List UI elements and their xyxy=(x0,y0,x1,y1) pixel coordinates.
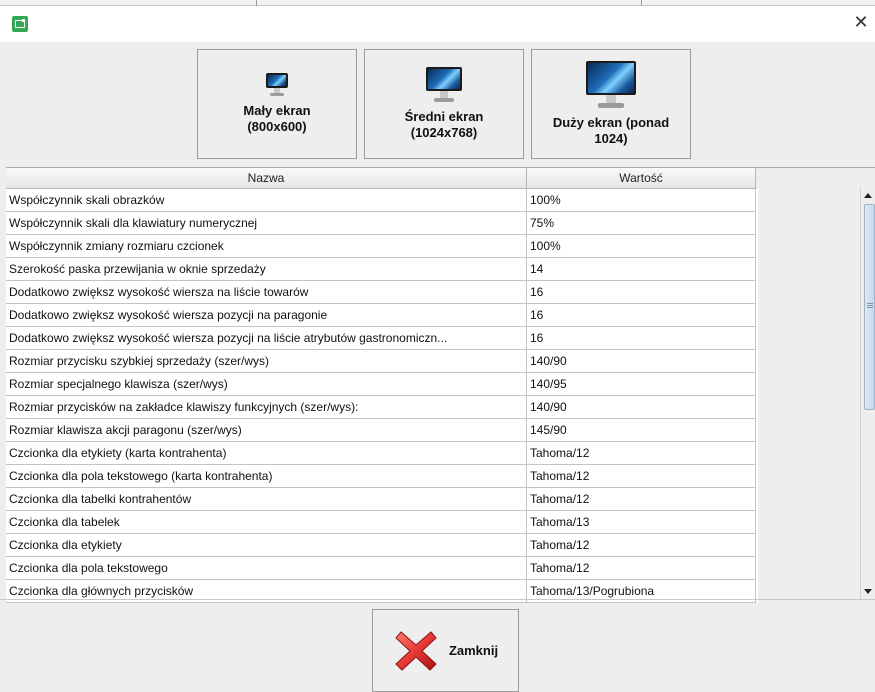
row-name-cell[interactable]: Dodatkowo zwiększ wysokość wiersza na li… xyxy=(6,281,527,304)
small-monitor-icon xyxy=(264,73,290,97)
large-screen-label: Duży ekran (ponad 1024) xyxy=(552,115,670,146)
table-row[interactable]: Czcionka dla etykiety (karta kontrahenta… xyxy=(6,442,758,465)
row-name-cell[interactable]: Dodatkowo zwiększ wysokość wiersza pozyc… xyxy=(6,304,527,327)
row-value-cell[interactable]: 140/95 xyxy=(527,373,756,396)
large-monitor-icon xyxy=(584,61,638,109)
scrollbar-thumb[interactable] xyxy=(864,204,875,410)
row-value-cell[interactable]: 75% xyxy=(527,212,756,235)
row-name-cell[interactable]: Rozmiar przycisków na zakładce klawiszy … xyxy=(6,396,527,419)
medium-screen-label: Średni ekran (1024x768) xyxy=(404,109,484,140)
row-name-cell[interactable]: Dodatkowo zwiększ wysokość wiersza pozyc… xyxy=(6,327,527,350)
medium-monitor-icon xyxy=(424,67,464,103)
large-screen-button[interactable]: Duży ekran (ponad 1024) xyxy=(531,49,691,159)
small-screen-button[interactable]: Mały ekran (800x600) xyxy=(197,49,357,159)
table-row[interactable]: Dodatkowo zwiększ wysokość wiersza pozyc… xyxy=(6,327,758,350)
row-value-cell[interactable]: Tahoma/12 xyxy=(527,557,756,580)
row-value-cell[interactable]: 140/90 xyxy=(527,350,756,373)
table-row[interactable]: Czcionka dla pola tekstowego (karta kont… xyxy=(6,465,758,488)
row-value-cell[interactable]: 140/90 xyxy=(527,396,756,419)
screen-size-buttons: Mały ekran (800x600) Średni ekran (1024x… xyxy=(197,49,691,159)
row-name-cell[interactable]: Rozmiar przycisku szybkiej sprzedaży (sz… xyxy=(6,350,527,373)
row-value-cell[interactable]: Tahoma/12 xyxy=(527,442,756,465)
row-name-cell[interactable]: Czcionka dla etykiety xyxy=(6,534,527,557)
row-value-cell[interactable]: 14 xyxy=(527,258,756,281)
row-name-cell[interactable]: Rozmiar klawisza akcji paragonu (szer/wy… xyxy=(6,419,527,442)
table-header: Nazwa Wartość xyxy=(6,168,756,189)
table-row[interactable]: Czcionka dla tabelek Tahoma/13 xyxy=(6,511,758,534)
close-icon[interactable]: ✕ xyxy=(851,13,871,33)
column-header-nazwa[interactable]: Nazwa xyxy=(6,168,527,189)
row-name-cell[interactable]: Czcionka dla etykiety (karta kontrahenta… xyxy=(6,442,527,465)
table-row[interactable]: Rozmiar specjalnego klawisza (szer/wys) 1… xyxy=(6,373,758,396)
table-row[interactable]: Współczynnik skali obrazków 100% xyxy=(6,189,758,212)
app-icon xyxy=(12,16,28,32)
row-value-cell[interactable]: Tahoma/13 xyxy=(527,511,756,534)
row-name-cell[interactable]: Czcionka dla tabelki kontrahentów xyxy=(6,488,527,511)
column-header-wartosc[interactable]: Wartość xyxy=(527,168,756,189)
row-value-cell[interactable]: Tahoma/12 xyxy=(527,488,756,511)
row-name-cell[interactable]: Szerokość paska przewijania w oknie sprz… xyxy=(6,258,527,281)
row-value-cell[interactable]: Tahoma/12 xyxy=(527,534,756,557)
table-row[interactable]: Rozmiar klawisza akcji paragonu (szer/wy… xyxy=(6,419,758,442)
table-row[interactable]: Czcionka dla pola tekstowego Tahoma/12 xyxy=(6,557,758,580)
table-row[interactable]: Rozmiar przycisków na zakładce klawiszy … xyxy=(6,396,758,419)
title-bar: ✕ xyxy=(0,6,875,42)
close-button[interactable]: Zamknij xyxy=(372,609,519,692)
settings-table: Nazwa Wartość Współczynnik skali obrazkó… xyxy=(6,167,875,603)
row-name-cell[interactable]: Rozmiar specjalnego klawisza (szer/wys) xyxy=(6,373,527,396)
scroll-down-arrow-icon[interactable] xyxy=(861,584,875,599)
table-row[interactable]: Czcionka dla tabelki kontrahentów Tahoma/… xyxy=(6,488,758,511)
row-value-cell[interactable]: 16 xyxy=(527,281,756,304)
row-value-cell[interactable]: 16 xyxy=(527,327,756,350)
table-row[interactable]: Dodatkowo zwiększ wysokość wiersza na li… xyxy=(6,281,758,304)
table-row[interactable]: Dodatkowo zwiększ wysokość wiersza pozyc… xyxy=(6,304,758,327)
row-name-cell[interactable]: Czcionka dla tabelek xyxy=(6,511,527,534)
divider xyxy=(0,599,875,600)
row-name-cell[interactable]: Czcionka dla pola tekstowego (karta kont… xyxy=(6,465,527,488)
row-name-cell[interactable]: Współczynnik skali obrazków xyxy=(6,189,527,212)
table-row[interactable]: Współczynnik zmiany rozmiaru czcionek 100… xyxy=(6,235,758,258)
row-name-cell[interactable]: Współczynnik skali dla klawiatury numery… xyxy=(6,212,527,235)
row-value-cell[interactable]: 16 xyxy=(527,304,756,327)
row-name-cell[interactable]: Współczynnik zmiany rozmiaru czcionek xyxy=(6,235,527,258)
table-row[interactable]: Rozmiar przycisku szybkiej sprzedaży (sz… xyxy=(6,350,758,373)
table-row[interactable]: Czcionka dla etykiety Tahoma/12 xyxy=(6,534,758,557)
small-screen-label: Mały ekran (800x600) xyxy=(243,103,311,134)
vertical-scrollbar[interactable] xyxy=(860,188,875,599)
table-body: Współczynnik skali obrazków 100% Współczyn… xyxy=(6,189,758,603)
close-button-label: Zamknij xyxy=(448,643,499,658)
scroll-up-arrow-icon[interactable] xyxy=(861,188,875,203)
table-row[interactable]: Szerokość paska przewijania w oknie sprz… xyxy=(6,258,758,281)
row-name-cell[interactable]: Czcionka dla pola tekstowego xyxy=(6,557,527,580)
table-row[interactable]: Współczynnik skali dla klawiatury numery… xyxy=(6,212,758,235)
row-value-cell[interactable]: 100% xyxy=(527,235,756,258)
row-value-cell[interactable]: 100% xyxy=(527,189,756,212)
red-x-icon xyxy=(395,630,437,671)
row-value-cell[interactable]: Tahoma/12 xyxy=(527,465,756,488)
medium-screen-button[interactable]: Średni ekran (1024x768) xyxy=(364,49,524,159)
row-value-cell[interactable]: 145/90 xyxy=(527,419,756,442)
